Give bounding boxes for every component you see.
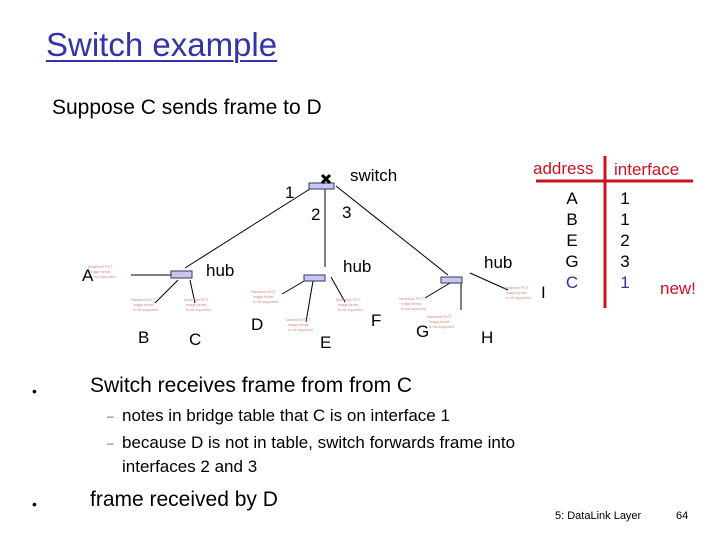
interface-label-1: 1 <box>285 183 294 202</box>
svg-text:is not supported: is not supported <box>288 328 313 332</box>
svg-text:image format: image format <box>253 295 273 299</box>
host-image-placeholder: Macintosh PICTimage formatis not support… <box>504 286 531 300</box>
host-label-H: H <box>481 328 493 347</box>
link-hub-B <box>154 279 179 304</box>
sub-bullet-dash: – <box>107 436 114 450</box>
svg-text:is not supported: is not supported <box>133 308 158 312</box>
svg-text:Macintosh PICT: Macintosh PICT <box>286 318 312 322</box>
svg-text:is not supported: is not supported <box>338 308 363 312</box>
svg-text:Macintosh PICT: Macintosh PICT <box>251 290 277 294</box>
svg-text:image format: image format <box>401 302 421 306</box>
host-label-F: F <box>371 311 381 330</box>
sub-bullet-dash: – <box>107 409 114 423</box>
switch-device <box>308 182 335 190</box>
svg-text:image format: image format <box>338 303 358 307</box>
svg-text:image format: image format <box>186 303 206 307</box>
hub-middle-label: hub <box>343 257 371 276</box>
svg-text:Macintosh PICT: Macintosh PICT <box>427 315 453 319</box>
interface-label-3: 3 <box>342 203 351 222</box>
host-image-placeholder: Macintosh PICTimage formatis not support… <box>251 290 278 304</box>
table-cell-address: A <box>566 189 578 208</box>
sub-bullet-2-continued: interfaces 2 and 3 <box>122 457 258 476</box>
svg-text:is not supported: is not supported <box>429 325 454 329</box>
table-header-address: address <box>533 159 593 178</box>
host-label-G: G <box>416 322 429 341</box>
new-entry-label: new! <box>660 279 696 298</box>
host-image-placeholder: Macintosh PICTimage formatis not support… <box>399 297 426 311</box>
svg-text:is not supported: is not supported <box>90 275 115 279</box>
hub-left-label: hub <box>206 261 234 280</box>
table-header-interface: interface <box>614 160 679 179</box>
table-cell-interface: 2 <box>620 231 629 250</box>
svg-text:is not supported: is not supported <box>506 296 531 300</box>
link-hub-E <box>305 280 314 323</box>
interface-label-2: 2 <box>311 205 320 224</box>
svg-text:image format: image format <box>288 323 308 327</box>
svg-text:Macintosh PICT: Macintosh PICT <box>336 298 362 302</box>
link-hub-D <box>281 279 307 295</box>
host-label-E: E <box>320 333 331 352</box>
bullet-dot: • <box>32 383 37 399</box>
svg-text:is not supported: is not supported <box>253 300 278 304</box>
host-label-B: B <box>138 328 149 347</box>
host-label-C: C <box>189 330 201 349</box>
table-cell-interface: 1 <box>620 210 629 229</box>
table-cell-address: B <box>566 210 577 229</box>
table-cell-address: C <box>566 273 578 292</box>
svg-text:Macintosh PICT: Macintosh PICT <box>131 298 157 302</box>
x-mark-icon <box>320 173 332 185</box>
hub-right <box>440 276 463 284</box>
sub-bullet-2: because D is not in table, switch forwar… <box>122 433 516 452</box>
network-diagram: switch 1 2 3 hub hub hub Macintosh PICTi… <box>82 156 696 352</box>
host-image-placeholder: Macintosh PICTimage formatis not support… <box>131 298 158 312</box>
table-cell-address: E <box>566 231 577 250</box>
sub-bullet-1: notes in bridge table that C is on inter… <box>122 406 450 425</box>
svg-text:image format: image format <box>429 320 449 324</box>
table-cell-interface: 1 <box>620 273 629 292</box>
table-cell-interface: 3 <box>620 252 629 271</box>
svg-text:Macintosh PICT: Macintosh PICT <box>399 297 425 301</box>
host-image-placeholder: Macintosh PICTimage formatis not support… <box>427 315 454 329</box>
svg-text:Macintosh PICT: Macintosh PICT <box>184 298 210 302</box>
svg-text:Macintosh PICT: Macintosh PICT <box>504 286 530 290</box>
bullet-1-text: Switch receives frame from from C <box>90 374 413 397</box>
footer-page-number: 64 <box>676 510 689 522</box>
svg-text:is not supported: is not supported <box>401 307 426 311</box>
host-image-placeholder: Macintosh PICTimage formatis not support… <box>184 298 211 312</box>
link-hub-G <box>424 282 451 299</box>
svg-text:is not supported: is not supported <box>186 308 211 312</box>
hub-right-label: hub <box>484 253 512 272</box>
switch-table: address interface A 1 B 1 E 2 G 3 C 1 new! <box>533 156 696 308</box>
bullet-2-text: frame received by D <box>90 488 278 511</box>
table-rows: A 1 B 1 E 2 G 3 C 1 <box>565 189 629 292</box>
hub-middle <box>303 274 326 282</box>
svg-text:image format: image format <box>506 291 526 295</box>
host-label-D: D <box>251 315 263 334</box>
svg-text:image format: image format <box>133 303 153 307</box>
host-image-placeholder: Macintosh PICTimage formatis not support… <box>336 298 363 312</box>
footer-section: 5: DataLink Layer <box>555 510 642 522</box>
table-cell-address: G <box>565 252 578 271</box>
host-label-A: A <box>82 266 94 285</box>
host-label-I: I <box>541 283 546 302</box>
hub-left <box>170 270 193 279</box>
switch-label: switch <box>350 166 397 185</box>
host-image-placeholder: Macintosh PICTimage formatis not support… <box>286 318 313 332</box>
bullet-dot: • <box>32 496 37 512</box>
table-cell-interface: 1 <box>620 189 629 208</box>
link-hub-I <box>469 272 509 291</box>
